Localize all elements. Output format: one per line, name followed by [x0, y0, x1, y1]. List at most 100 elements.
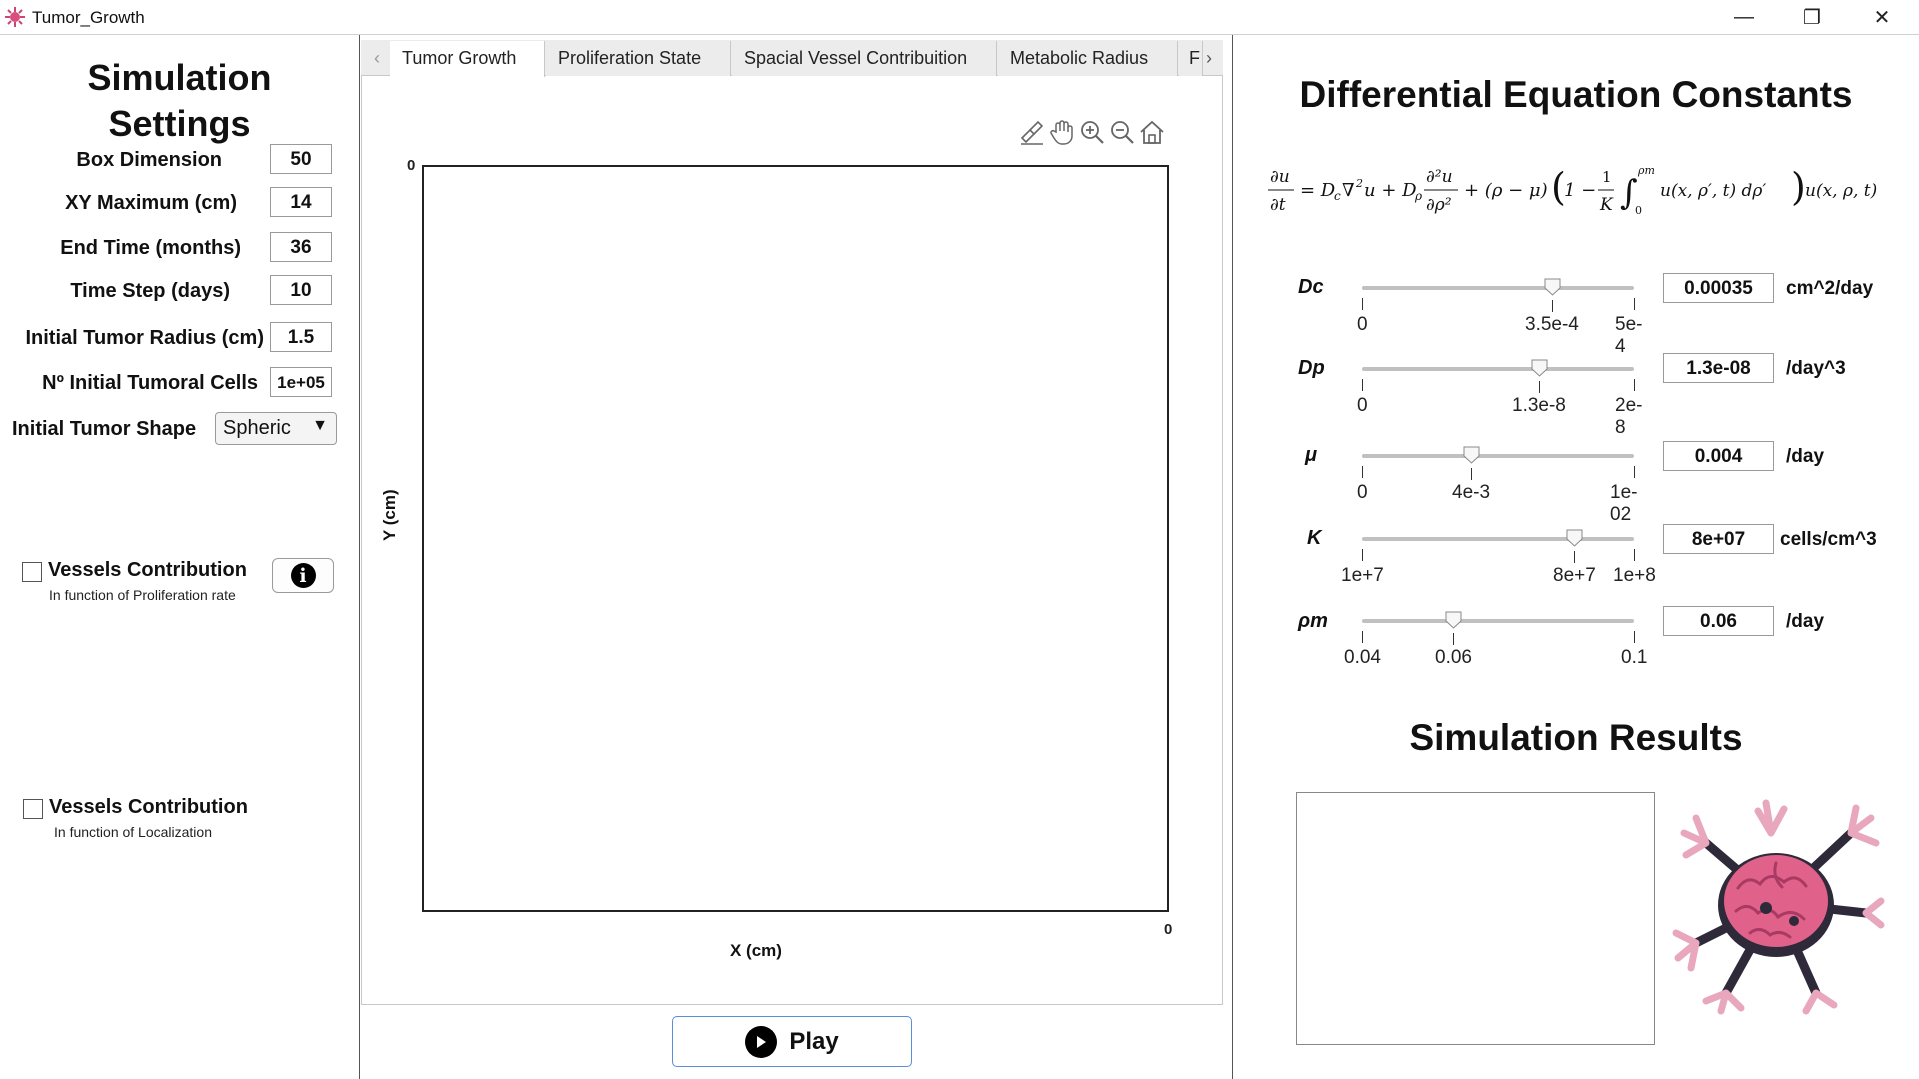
dropdown-arrow-icon: ▼: [312, 417, 328, 434]
slider-track[interactable]: [1362, 367, 1634, 371]
mu-value-input[interactable]: 0.004: [1663, 441, 1774, 471]
settings-title: Simulation Settings: [0, 55, 359, 147]
slider-tick: [1362, 631, 1363, 643]
slider-thumb[interactable]: [1531, 359, 1548, 377]
slider-tick-label: 1e-02: [1610, 482, 1638, 525]
settings-panel: Simulation Settings Box Dimension 50 XY …: [0, 35, 360, 1079]
tab-proliferation-state[interactable]: Proliferation State: [546, 41, 731, 76]
box-dimension-label: Box Dimension: [76, 149, 222, 171]
svg-text:K: K: [1599, 195, 1614, 215]
param-k-label: K: [1307, 527, 1322, 549]
k-value-input[interactable]: 8e+07: [1663, 524, 1774, 554]
slider-tick-label: 4e-3: [1452, 482, 1491, 503]
vessels-localization-checkbox[interactable]: [23, 799, 43, 819]
vessels-proliferation-label: Vessels Contribution: [48, 559, 247, 581]
tumor-shape-select[interactable]: Spheric ▼: [215, 412, 337, 445]
initial-radius-label: Initial Tumor Radius (cm): [25, 327, 264, 349]
xy-maximum-input[interactable]: 14: [270, 187, 332, 217]
rhom-value-input[interactable]: 0.06: [1663, 606, 1774, 636]
slider-tick-label: 5e-4: [1615, 314, 1643, 357]
xy-maximum-label: XY Maximum (cm): [65, 192, 237, 214]
initial-cells-input[interactable]: 1e+05: [270, 367, 332, 397]
svg-text:c: c: [1334, 189, 1341, 203]
dc-value-input[interactable]: 0.00035: [1663, 273, 1774, 303]
svg-text:ρ: ρ: [1414, 189, 1422, 203]
slider-tick-label: 8e+7: [1553, 565, 1596, 586]
restore-button[interactable]: ❐: [1781, 0, 1843, 34]
svg-text:∇: ∇: [1342, 180, 1355, 201]
svg-text:∂²u: ∂²u: [1426, 167, 1453, 187]
zoom-out-icon[interactable]: [1108, 118, 1136, 146]
zoom-in-icon[interactable]: [1078, 118, 1106, 146]
plot-axes[interactable]: [422, 165, 1169, 912]
end-time-input[interactable]: 36: [270, 232, 332, 262]
slider-track[interactable]: [1362, 537, 1634, 541]
brush-icon[interactable]: [1018, 118, 1046, 146]
slider-tick-label: 0.1: [1621, 647, 1648, 668]
tumor-illustration-icon: [1672, 799, 1885, 1015]
time-step-input[interactable]: 10: [270, 275, 332, 305]
svg-text:2: 2: [1355, 177, 1363, 190]
slider-track[interactable]: [1362, 454, 1634, 458]
x-axis-label: X (cm): [730, 941, 782, 960]
slider-tick: [1362, 298, 1363, 310]
slider-thumb[interactable]: [1445, 611, 1462, 629]
y-axis-label: Y (cm): [380, 489, 399, 541]
initial-radius-input[interactable]: 1.5: [270, 322, 332, 352]
minimize-button[interactable]: —: [1713, 0, 1775, 34]
slider-tick: [1362, 549, 1363, 561]
svg-text:u + D: u + D: [1364, 180, 1417, 201]
x-tick-label: 0: [1164, 921, 1173, 938]
slider-tick: [1362, 466, 1363, 478]
svg-text:∂u: ∂u: [1270, 167, 1290, 187]
slider-thumb[interactable]: [1566, 529, 1583, 547]
slider-tick-label: 1e+7: [1341, 565, 1384, 586]
rhom-slider[interactable]: 0.04 0.06 0.1: [1344, 611, 1647, 679]
settings-title-line2: Settings: [108, 103, 251, 144]
dc-unit: cm^2/day: [1786, 278, 1874, 299]
box-dimension-input[interactable]: 50: [270, 144, 332, 174]
pan-icon[interactable]: [1048, 118, 1076, 146]
mu-slider[interactable]: 0 4e-3 1e-02: [1357, 446, 1637, 525]
dc-slider[interactable]: 0 3.5e-4 5e-4: [1357, 278, 1642, 357]
slider-track[interactable]: [1362, 286, 1634, 290]
close-button[interactable]: ✕: [1851, 0, 1913, 34]
slider-thumb[interactable]: [1463, 446, 1480, 464]
param-dp-label: Dp: [1298, 357, 1325, 379]
dp-value-input[interactable]: 1.3e-08: [1663, 353, 1774, 383]
slider-tick: [1634, 298, 1635, 310]
play-button[interactable]: Play: [672, 1016, 912, 1067]
dp-slider[interactable]: 0 1.3e-8 2e-8: [1357, 359, 1642, 438]
slider-tick-label: 0.04: [1344, 647, 1381, 668]
vessels-proliferation-checkbox[interactable]: [22, 562, 42, 582]
slider-tick: [1539, 381, 1540, 393]
play-label: Play: [789, 1027, 839, 1055]
slider-thumb[interactable]: [1544, 278, 1561, 296]
pde-equation: ∂u ∂t = D c ∇ 2 u + D ρ ∂²u ∂ρ² + (ρ − μ…: [1268, 164, 1877, 217]
title-bar: Tumor_Growth — ❐ ✕: [0, 0, 1919, 35]
tab-metabolic-radius[interactable]: Metabolic Radius: [998, 41, 1178, 76]
window-title: Tumor_Growth: [32, 8, 145, 27]
info-icon: i: [290, 563, 316, 588]
constants-title: Differential Equation Constants: [1299, 74, 1853, 115]
home-icon[interactable]: [1138, 118, 1166, 146]
slider-tick: [1634, 549, 1635, 561]
info-button[interactable]: i: [272, 558, 334, 593]
y-tick-label: 0: [407, 157, 416, 174]
tab-spacial-vessel[interactable]: Spacial Vessel Contribuition: [732, 41, 997, 76]
play-icon: [745, 1025, 778, 1058]
svg-text:1 −: 1 −: [1564, 180, 1596, 201]
results-box: [1296, 792, 1655, 1045]
tab-tumor-growth[interactable]: Tumor Growth: [390, 41, 545, 77]
slider-tick: [1634, 466, 1635, 478]
tumor-shape-value: Spheric: [223, 417, 291, 439]
mu-unit: /day: [1786, 446, 1825, 467]
k-slider[interactable]: 1e+7 8e+7 1e+8: [1341, 529, 1656, 597]
app-icon: [5, 7, 25, 27]
svg-text:u(x, ρ′, t) dρ′: u(x, ρ′, t) dρ′: [1660, 181, 1766, 201]
settings-title-line1: Simulation: [87, 57, 272, 98]
tab-scroll-left-icon[interactable]: ‹: [364, 41, 390, 75]
tab-scroll-right-icon[interactable]: ›: [1196, 41, 1222, 75]
slider-track[interactable]: [1362, 619, 1634, 623]
svg-text:∂ρ²: ∂ρ²: [1426, 195, 1452, 215]
